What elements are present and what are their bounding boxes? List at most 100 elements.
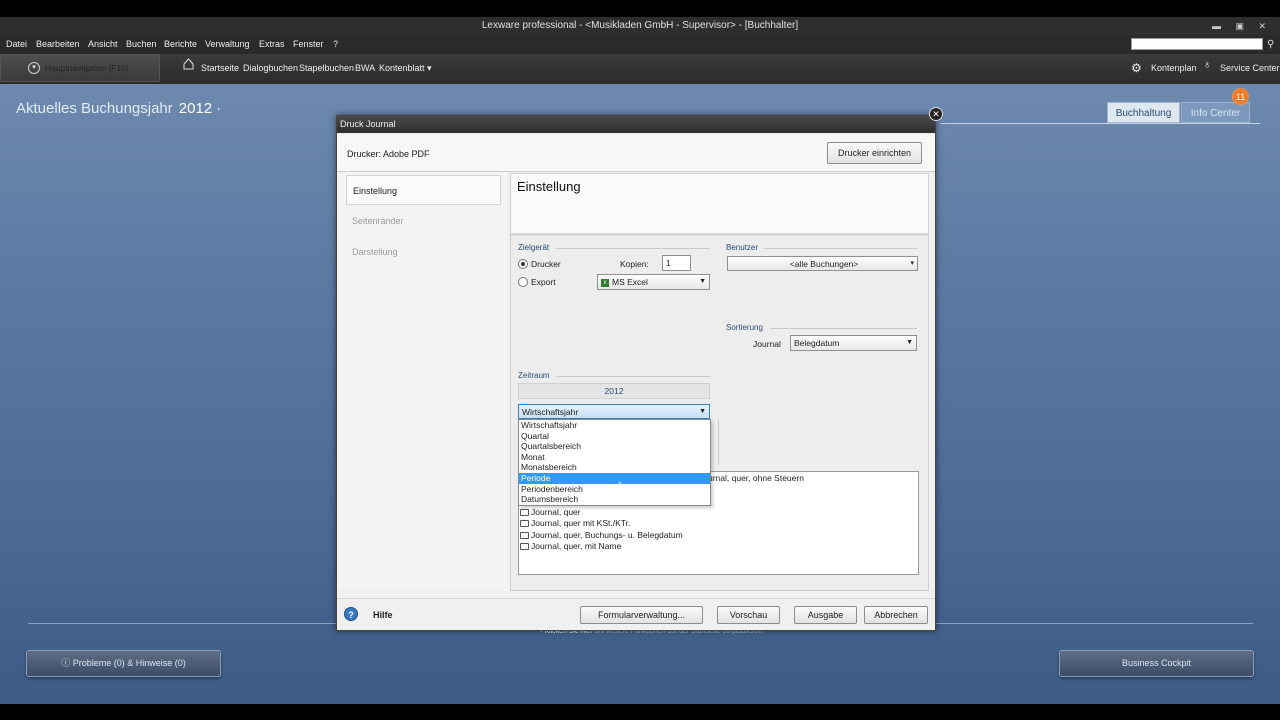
list-item-label: Journal, quer <box>531 507 581 517</box>
menu-ansicht[interactable]: Ansicht <box>88 35 118 54</box>
home-icon[interactable] <box>183 58 194 70</box>
dropdown-option-selected[interactable]: Periode <box>519 473 710 484</box>
dropdown-option[interactable]: Monat <box>519 452 710 463</box>
formularverwaltung-button[interactable]: Formularverwaltung... <box>580 606 703 624</box>
help-label[interactable]: Hilfe <box>373 610 393 620</box>
list-item-label: Journal, quer, mit Name <box>531 541 622 551</box>
nav-service-center[interactable]: Service Center <box>1220 63 1280 73</box>
nav-kontenplan[interactable]: Kontenplan <box>1151 63 1197 73</box>
nav-seitenraender[interactable]: Seitenränder <box>346 206 501 236</box>
problems-button[interactable]: ⓘ Probleme (0) & Hinweise (0) <box>26 650 221 677</box>
section-zeitraum: Zeitraum <box>518 371 550 380</box>
list-item[interactable]: Journal, quer, mit Name <box>520 541 621 551</box>
notification-badge: 11 <box>1232 88 1249 105</box>
menu-datei[interactable]: Datei <box>6 35 27 54</box>
dropdown-option[interactable]: Quartal <box>519 431 710 442</box>
info-icon: ⓘ <box>61 658 71 668</box>
chevron-down-icon: ▼ <box>699 408 706 415</box>
vorschau-button[interactable]: Vorschau <box>717 606 780 624</box>
navigation-bar: ▾ Hauptnavigation [F10] Startseite Dialo… <box>0 54 1280 84</box>
dropdown-option[interactable]: Periodenbereich <box>519 484 710 495</box>
radio-export[interactable] <box>518 277 528 287</box>
divider <box>770 328 917 329</box>
printer-icon <box>520 532 529 540</box>
dropdown-option[interactable]: Monatsbereich <box>519 462 710 473</box>
tab-info-center[interactable]: Info Center <box>1181 102 1250 123</box>
list-item-label: Journal, quer mit KSt./KTr. <box>531 518 631 528</box>
dropdown-option[interactable]: Quartalsbereich <box>519 441 710 452</box>
menu-berichte[interactable]: Berichte <box>164 35 197 54</box>
printer-icon <box>520 543 529 551</box>
kopien-label: Kopien: <box>620 259 649 269</box>
menu-extras[interactable]: Extras <box>259 35 285 54</box>
menu-verwaltung[interactable]: Verwaltung <box>205 35 250 54</box>
list-item[interactable]: Journal, quer, Buchungs- u. Belegdatum <box>520 530 683 540</box>
zeitraum-value: Wirtschaftsjahr <box>522 407 579 417</box>
divider <box>556 248 710 249</box>
search-input[interactable] <box>1131 38 1263 50</box>
window-controls[interactable]: ▬ ▣ ✕ <box>1212 17 1272 35</box>
gear-icon: ⚙ <box>1131 61 1142 75</box>
list-item[interactable]: Journal, quer <box>520 507 581 517</box>
window-titlebar: Lexware professional - <Musikladen GmbH … <box>0 17 1280 35</box>
chevron-down-icon: ▼ <box>906 339 913 346</box>
printer-icon <box>520 509 529 517</box>
fiscal-year-label: Aktuelles Buchungsjahr 2012 · <box>16 100 221 117</box>
dropdown-option[interactable]: Datumsbereich <box>519 494 710 505</box>
chevron-down-icon: ▾ <box>910 260 914 267</box>
nav-stapelbuchen[interactable]: Stapelbuchen <box>299 63 354 73</box>
menu-buchen[interactable]: Buchen <box>126 35 157 54</box>
export-format-select[interactable]: x MS Excel ▼ <box>597 274 710 290</box>
setup-printer-button[interactable]: Drucker einrichten <box>827 142 922 164</box>
fiscal-year-text: Aktuelles Buchungsjahr <box>16 100 173 117</box>
list-item-label: Journal, quer, Buchungs- u. Belegdatum <box>531 530 683 540</box>
ausgabe-button[interactable]: Ausgabe <box>794 606 857 624</box>
menu-bar: Datei Bearbeiten Ansicht Buchen Berichte… <box>0 35 1280 54</box>
search-icon[interactable]: ⚲ <box>1267 35 1274 54</box>
list-item[interactable]: urnal, quer, ohne Steuern <box>708 473 804 483</box>
nav-dialogbuchen[interactable]: Dialogbuchen <box>243 63 298 73</box>
lightbulb-icon: ♁ <box>1203 59 1212 71</box>
dropdown-option[interactable]: Wirtschaftsjahr <box>519 420 710 431</box>
nav-einstellung[interactable]: Einstellung <box>346 175 501 205</box>
zeitraum-year: 2012 <box>518 383 710 399</box>
benutzer-select[interactable]: <alle Buchungen> ▾ <box>727 256 918 271</box>
sortierung-label: Journal <box>753 339 781 349</box>
list-item[interactable]: Journal, quer mit KSt./KTr. <box>520 518 630 528</box>
menu-fenster[interactable]: Fenster <box>293 35 324 54</box>
menu-help[interactable]: ? <box>333 35 338 54</box>
settings-title: Einstellung <box>517 179 581 194</box>
menu-bearbeiten[interactable]: Bearbeiten <box>36 35 80 54</box>
abbrechen-button[interactable]: Abbrechen <box>864 606 928 624</box>
radio-drucker[interactable] <box>518 259 528 269</box>
chevron-down-icon: ▾ <box>28 62 40 74</box>
sortierung-value: Belegdatum <box>794 338 840 348</box>
help-icon[interactable]: ? <box>344 607 358 621</box>
printer-label: Drucker: Adobe PDF <box>347 149 430 159</box>
section-zielgeraet: Zielgerät <box>518 243 550 252</box>
nav-startseite[interactable]: Startseite <box>201 63 239 73</box>
divider <box>940 123 1260 124</box>
nav-kontenblatt[interactable]: Kontenblatt ▾ <box>379 63 432 74</box>
printer-icon <box>520 520 529 528</box>
export-format-value: MS Excel <box>612 277 648 287</box>
kopien-input[interactable]: 1 <box>662 255 691 271</box>
close-icon[interactable]: ✕ <box>929 107 943 121</box>
chevron-down-icon: ▼ <box>699 278 706 285</box>
divider <box>556 376 710 377</box>
nav-bwa[interactable]: BWA <box>355 63 375 73</box>
fiscal-year-value[interactable]: 2012 · <box>179 100 222 117</box>
problems-label: Probleme (0) & Hinweise (0) <box>72 658 186 668</box>
section-sortierung: Sortierung <box>726 323 763 332</box>
tab-buchhaltung[interactable]: Buchhaltung <box>1107 102 1180 123</box>
screen-border <box>0 704 1280 720</box>
window-title: Lexware professional - <Musikladen GmbH … <box>481 20 799 31</box>
divider <box>718 420 719 465</box>
radio-export-label: Export <box>531 277 556 287</box>
business-cockpit-button[interactable]: Business Cockpit <box>1059 650 1254 677</box>
divider <box>764 248 917 249</box>
zeitraum-select[interactable]: Wirtschaftsjahr ▼ <box>518 404 710 419</box>
nav-darstellung[interactable]: Darstellung <box>346 237 501 267</box>
main-navigation-button[interactable]: ▾ Hauptnavigation [F10] <box>0 54 160 82</box>
sortierung-select[interactable]: Belegdatum ▼ <box>790 335 917 351</box>
